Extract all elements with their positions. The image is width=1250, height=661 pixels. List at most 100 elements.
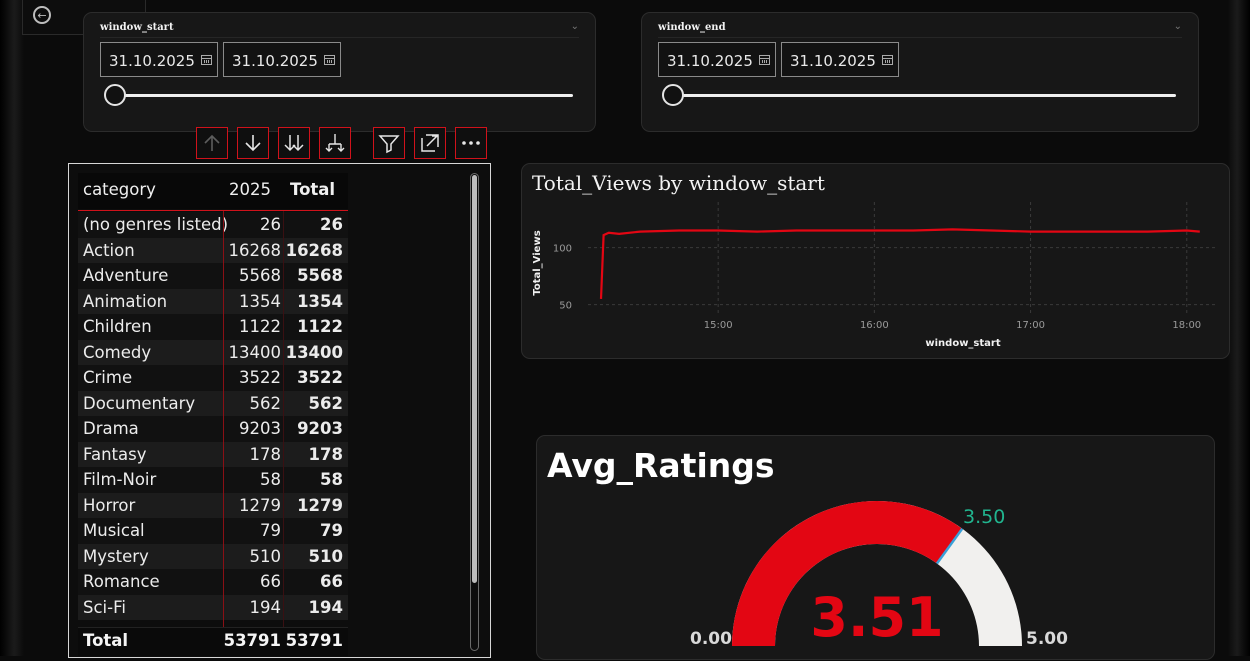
- arrow-down-icon: [245, 135, 261, 152]
- end-date-input[interactable]: 31.10.2025: [781, 42, 899, 77]
- table-total-row: Total 53791 53791: [78, 627, 348, 656]
- end-date-value: 31.10.2025: [232, 52, 318, 70]
- more-options-icon: [462, 141, 480, 145]
- table-row[interactable]: Comedy 13400 13400: [78, 339, 348, 365]
- scrollbar-thumb[interactable]: [472, 175, 477, 583]
- table-row[interactable]: (no genres listed) 26 26: [78, 212, 348, 238]
- cell-total: 66: [320, 572, 343, 591]
- table-row[interactable]: Children 1122 1122: [78, 314, 348, 340]
- cell-year: 58: [260, 470, 281, 489]
- total-label: Total: [83, 631, 129, 650]
- column-header-total[interactable]: Total: [290, 180, 335, 199]
- total-2025-value: 53791: [223, 631, 281, 650]
- avg-ratings-gauge: Avg_Ratings 3.51 0.00 5.00 3.50: [536, 435, 1215, 660]
- table-row[interactable]: Sci-Fi 194 194: [78, 594, 348, 620]
- cell-year: 562: [249, 393, 282, 413]
- cell-total: 16268: [285, 240, 343, 260]
- cell-year: 510: [249, 546, 282, 566]
- cell-total: 13400: [285, 342, 343, 362]
- table-row[interactable]: Documentary 562 562: [78, 390, 348, 416]
- line-chart-plot[interactable]: 5010015:00 16:00 17:00 18:00window_startTot…: [522, 164, 1231, 360]
- next-level-button[interactable]: [278, 127, 310, 159]
- table-row[interactable]: Fantasy 178 178: [78, 441, 348, 467]
- end-date-input[interactable]: 31.10.2025: [223, 42, 341, 77]
- calendar-icon[interactable]: [201, 55, 212, 65]
- start-date-value: 31.10.2025: [667, 52, 753, 70]
- calendar-icon[interactable]: [882, 55, 893, 65]
- cell-total: 1122: [297, 317, 343, 336]
- start-date-value: 31.10.2025: [109, 52, 195, 70]
- table-row[interactable]: Romance 66 66: [78, 569, 348, 595]
- slicer-header[interactable]: window_start ⌄: [100, 21, 579, 38]
- table-row[interactable]: Musical 79 79: [78, 518, 348, 544]
- slicer-title: window_start: [100, 22, 174, 33]
- column-divider: [223, 211, 224, 651]
- cell-category: Crime: [83, 368, 133, 387]
- y-tick-label: 100: [553, 244, 572, 255]
- table-row[interactable]: Film-Noir 58 58: [78, 467, 348, 493]
- expand-hierarchy-button[interactable]: [319, 127, 351, 159]
- header-divider: [78, 210, 348, 211]
- table-row[interactable]: Action 16268 16268: [78, 237, 348, 263]
- slicer-title: window_end: [658, 22, 726, 33]
- range-slider-handle[interactable]: [662, 84, 684, 106]
- series-line: [599, 228, 1200, 299]
- chevron-down-icon[interactable]: ⌄: [571, 21, 579, 32]
- arrow-up-icon: [204, 134, 220, 151]
- table-row[interactable]: Drama 9203 9203: [78, 416, 348, 442]
- table-row[interactable]: Adventure 5568 5568: [78, 263, 348, 289]
- cell-category: (no genres listed): [83, 215, 229, 234]
- y-axis-label: Total_Views: [532, 230, 543, 295]
- column-header-2025[interactable]: 2025: [229, 180, 271, 199]
- category-matrix: category 2025 Total (no genres listed) 26…: [68, 163, 491, 658]
- table-header: category 2025 Total: [78, 173, 348, 209]
- drill-down-button[interactable]: [237, 127, 269, 159]
- cell-category: Animation: [83, 291, 168, 311]
- range-slider-track[interactable]: [670, 94, 1176, 97]
- cell-year: 194: [249, 597, 282, 617]
- cell-year: 26: [260, 215, 281, 234]
- cell-total: 178: [308, 444, 343, 464]
- x-tick-label: 17:00: [1016, 320, 1045, 331]
- table-row[interactable]: Animation 1354 1354: [78, 288, 348, 314]
- range-slider-handle[interactable]: [104, 84, 126, 106]
- cell-year: 66: [260, 572, 281, 591]
- chevron-down-icon[interactable]: ⌄: [1174, 21, 1182, 32]
- range-slider-track[interactable]: [112, 94, 573, 97]
- start-date-input[interactable]: 31.10.2025: [658, 42, 776, 77]
- cell-category: Documentary: [83, 393, 196, 413]
- focus-mode-button[interactable]: [414, 127, 446, 159]
- filter-icon: [378, 135, 400, 154]
- table-scrollbar[interactable]: [470, 173, 479, 651]
- cell-category: Sci-Fi: [83, 597, 126, 617]
- cell-year: 9203: [239, 419, 281, 438]
- cell-total: 9203: [297, 419, 343, 438]
- column-header-category[interactable]: category: [83, 180, 156, 199]
- cell-category: Adventure: [83, 266, 169, 285]
- slicer-window-start: window_start ⌄ 31.10.2025 31.10.2025: [83, 12, 596, 132]
- x-tick-label: 15:00: [704, 320, 733, 331]
- filter-button[interactable]: [373, 127, 405, 159]
- calendar-icon[interactable]: [759, 55, 770, 65]
- calendar-icon[interactable]: [324, 55, 335, 65]
- slicer-header[interactable]: window_end ⌄: [658, 21, 1182, 38]
- table-row[interactable]: Horror 1279 1279: [78, 492, 348, 518]
- cell-total: 79: [320, 521, 343, 540]
- start-date-input[interactable]: 31.10.2025: [100, 42, 218, 77]
- x-tick-label: 16:00: [860, 320, 889, 331]
- cell-category: Horror: [83, 495, 136, 515]
- cell-total: 5568: [297, 266, 343, 285]
- cell-category: Film-Noir: [83, 470, 157, 489]
- back-arrow-icon: ←: [33, 6, 51, 24]
- cell-total: 1354: [297, 291, 343, 311]
- cell-year: 13400: [228, 342, 282, 362]
- table-row[interactable]: Mystery 510 510: [78, 543, 348, 569]
- gauge-min-label: 0.00: [690, 629, 732, 649]
- drill-up-button[interactable]: [196, 127, 228, 159]
- table-row[interactable]: Crime 3522 3522: [78, 365, 348, 391]
- x-tick-label: 18:00: [1172, 320, 1201, 331]
- cell-year: 1354: [239, 291, 281, 311]
- x-axis-label: window_start: [925, 338, 1000, 349]
- cell-total: 510: [308, 546, 343, 566]
- more-options-button[interactable]: [455, 127, 487, 159]
